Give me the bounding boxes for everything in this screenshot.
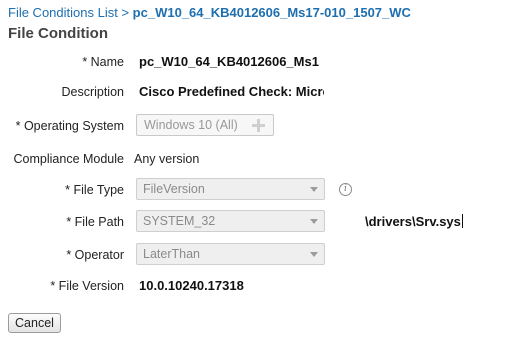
operating-system-value: Windows 10 (All) [144,118,238,132]
file-path-suffix-text: \drivers\Srv.sys [365,214,461,229]
breadcrumb-separator: > [121,5,130,20]
breadcrumb: File Conditions List > pc_W10_64_KB40126… [8,5,411,20]
file-version-label: * File Version [50,279,124,293]
description-label: Description [61,85,124,99]
operator-select[interactable]: LaterThan [136,243,325,265]
name-label: * Name [82,55,124,69]
file-path-suffix-input[interactable]: \drivers\Srv.sys [365,210,463,234]
description-row: Description Cisco Predefined Check: Micr… [0,80,515,104]
file-path-label: * File Path [66,215,124,229]
description-value: Cisco Predefined Check: Micro [139,84,324,99]
file-type-value: FileVersion [143,182,205,196]
file-version-value: 10.0.10240.17318 [139,278,244,293]
info-icon[interactable]: i [339,183,352,196]
chevron-down-icon [310,252,318,257]
file-type-row: * File Type FileVersion i [0,178,515,202]
file-type-select[interactable]: FileVersion [136,178,325,200]
operator-value: LaterThan [143,247,200,261]
file-path-select[interactable]: SYSTEM_32 [136,210,325,232]
cancel-button[interactable]: Cancel [8,313,61,333]
name-row: * Name pc_W10_64_KB4012606_Ms1 [0,50,515,74]
compliance-module-label: Compliance Module [13,152,124,166]
compliance-module-value: Any version [134,152,200,166]
chevron-down-icon [310,219,318,224]
operator-label: * Operator [66,248,124,262]
text-cursor [461,214,463,228]
operating-system-row: * Operating System Windows 10 (All) [0,114,515,138]
breadcrumb-link-file-conditions-list[interactable]: File Conditions List [8,5,118,20]
file-version-row: * File Version 10.0.10240.17318 [0,274,515,298]
page-title: File Condition [8,25,108,42]
operating-system-field[interactable]: Windows 10 (All) [136,114,274,136]
plus-icon[interactable] [252,119,265,132]
operating-system-label: * Operating System [15,119,124,133]
file-path-value: SYSTEM_32 [143,214,216,228]
operator-row: * Operator LaterThan [0,243,515,267]
file-path-row: * File Path SYSTEM_32 \drivers\Srv.sys [0,210,515,234]
chevron-down-icon [310,187,318,192]
name-value: pc_W10_64_KB4012606_Ms1 [139,54,319,69]
file-type-label: * File Type [65,183,124,197]
breadcrumb-current: pc_W10_64_KB4012606_Ms17-010_1507_WC [132,5,411,20]
compliance-module-row: Compliance Module Any version [0,147,515,171]
